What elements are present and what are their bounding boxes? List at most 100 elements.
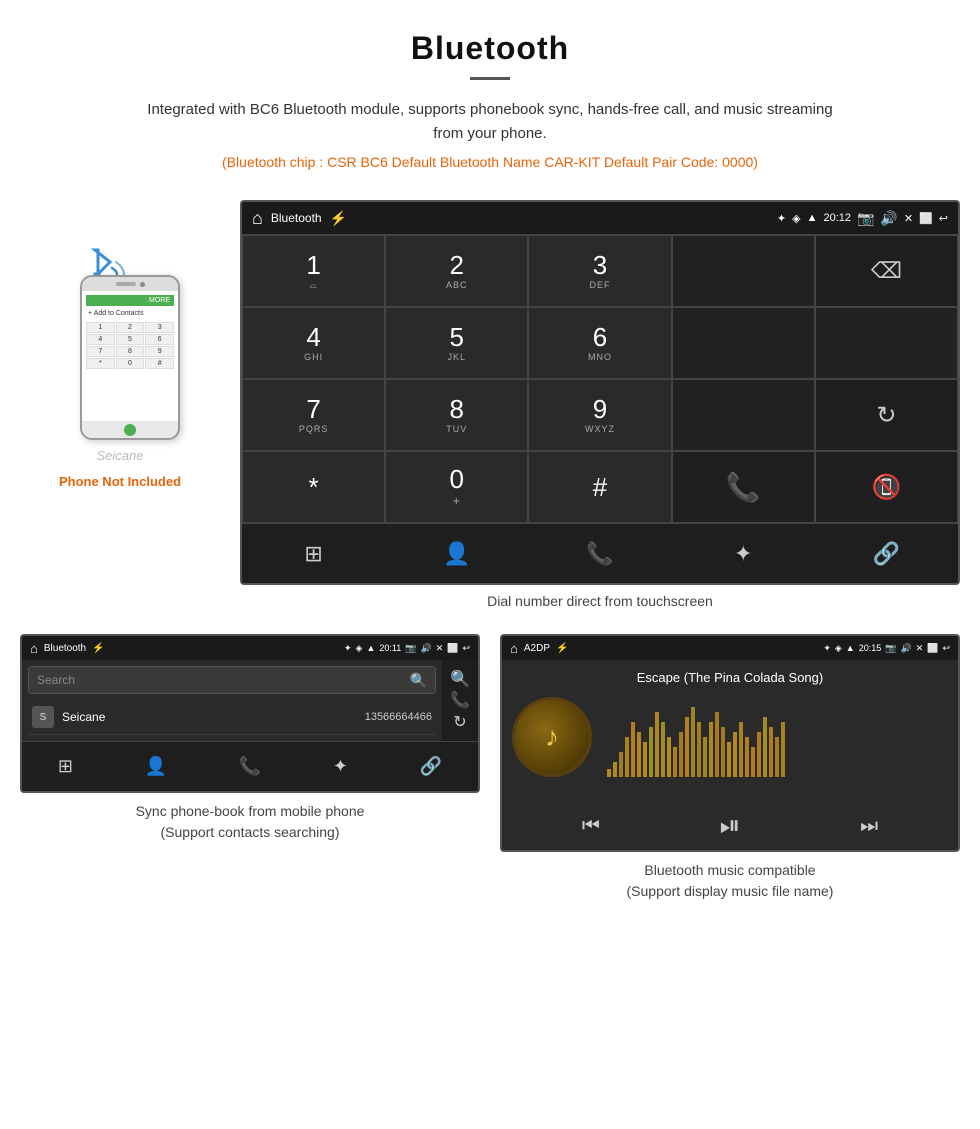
- location-icon: ◈: [792, 212, 800, 225]
- dial-cell-empty-1: [672, 235, 815, 307]
- pb-right-search-icon[interactable]: 🔍: [450, 669, 470, 689]
- page-description: Integrated with BC6 Bluetooth module, su…: [140, 98, 840, 146]
- pb-nav-grid[interactable]: ⊞: [58, 756, 73, 777]
- signal-icon: ▲: [807, 212, 818, 224]
- nav-dialpad[interactable]: ⊞: [242, 524, 385, 583]
- dialpad-section: ⌂ Bluetooth ⚡ ✦ ◈ ▲ 20:12 📷 🔊 ✕ ⬜ ↩: [240, 200, 960, 609]
- music-status-right: ✦ ◈ ▲ 20:15 📷 🔊 ✕ ⬜ ↩: [823, 643, 950, 654]
- dial-key-8[interactable]: 8 TUV: [385, 379, 528, 451]
- screen-title: Bluetooth: [271, 211, 322, 225]
- music-visualizer: [607, 697, 948, 777]
- dial-key-backspace[interactable]: ⌫: [815, 235, 958, 307]
- search-icon: 🔍: [410, 672, 427, 689]
- phone-not-included-label: Phone Not Included: [59, 474, 181, 489]
- music-content: Escape (The Pina Colada Song) ♪: [502, 660, 958, 802]
- dialpad-grid: 1 ⌓ 2 ABC 3 DEF ⌫ 4 GHI: [242, 234, 958, 523]
- music-album-area: ♪: [512, 697, 948, 777]
- dial-cell-empty-2: [672, 307, 815, 379]
- pb-status-left: ⌂ Bluetooth ⚡: [30, 641, 105, 656]
- pb-nav-person[interactable]: 👤: [145, 756, 167, 777]
- search-placeholder: Search: [37, 673, 410, 687]
- pb-nav-phone[interactable]: 📞: [239, 756, 261, 777]
- nav-bluetooth[interactable]: ✦: [672, 524, 815, 583]
- phonebook-body: Search 🔍 S Seicane 13566664466 🔍 📞: [22, 660, 478, 741]
- nav-link[interactable]: 🔗: [815, 524, 958, 583]
- music-caption: Bluetooth music compatible (Support disp…: [500, 860, 960, 902]
- music-back[interactable]: ↩: [942, 643, 950, 654]
- contact-avatar: S: [32, 706, 54, 728]
- phonebook-screen: ⌂ Bluetooth ⚡ ✦ ◈ ▲ 20:11 📷 🔊 ✕ ⬜ ↩: [20, 634, 480, 793]
- pb-cam: 📷: [405, 643, 416, 654]
- back-icon[interactable]: ↩: [939, 212, 948, 225]
- contact-row[interactable]: S Seicane 13566664466: [28, 700, 436, 735]
- music-location: ◈: [835, 643, 842, 654]
- phonebook-right-icons: 🔍 📞 ↻: [442, 660, 478, 741]
- music-title: A2DP: [524, 643, 550, 654]
- dial-key-call-red[interactable]: 📵: [815, 451, 958, 523]
- pb-bt-icon: ✦: [344, 643, 352, 654]
- dial-key-refresh[interactable]: ↻: [815, 379, 958, 451]
- dial-key-0[interactable]: 0 +: [385, 451, 528, 523]
- close-icon[interactable]: ✕: [904, 212, 913, 225]
- dial-key-7[interactable]: 7 PQRS: [242, 379, 385, 451]
- pb-home-icon[interactable]: ⌂: [30, 641, 38, 656]
- pb-location: ◈: [356, 643, 363, 654]
- page-title: Bluetooth: [20, 30, 960, 67]
- pb-usb-icon: ⚡: [92, 643, 104, 654]
- pb-nav-bt[interactable]: ✦: [333, 756, 348, 777]
- status-bar-right: ✦ ◈ ▲ 20:12 📷 🔊 ✕ ⬜ ↩: [777, 210, 948, 227]
- nav-calls[interactable]: 📞: [528, 524, 671, 583]
- dialpad-caption: Dial number direct from touchscreen: [240, 593, 960, 609]
- pb-time: 20:11: [379, 643, 401, 653]
- phonebook-main: Search 🔍 S Seicane 13566664466: [22, 660, 442, 741]
- music-home-icon[interactable]: ⌂: [510, 641, 518, 656]
- music-play-btn[interactable]: ⏯: [720, 810, 741, 842]
- volume-icon[interactable]: 🔊: [880, 210, 897, 227]
- dial-key-5[interactable]: 5 JKL: [385, 307, 528, 379]
- search-bar[interactable]: Search 🔍: [28, 666, 436, 694]
- pb-nav-link[interactable]: 🔗: [420, 756, 442, 777]
- pb-right-refresh-icon[interactable]: ↻: [453, 712, 466, 732]
- dial-key-6[interactable]: 6 MNO: [528, 307, 671, 379]
- phone-section: MORE + Add to Contacts 123 456 789 *0# S…: [20, 200, 220, 489]
- home-icon[interactable]: ⌂: [252, 208, 263, 229]
- window-icon[interactable]: ⬜: [919, 212, 933, 225]
- music-album-art: ♪: [512, 697, 592, 777]
- dial-key-9[interactable]: 9 WXYZ: [528, 379, 671, 451]
- pb-vol: 🔊: [420, 643, 431, 654]
- phonebook-bottom-nav: ⊞ 👤 📞 ✦ 🔗: [22, 741, 478, 791]
- usb-icon: ⚡: [330, 210, 347, 227]
- dial-key-1[interactable]: 1 ⌓: [242, 235, 385, 307]
- phone-mockup: MORE + Add to Contacts 123 456 789 *0#: [80, 275, 180, 440]
- phonebook-status-bar: ⌂ Bluetooth ⚡ ✦ ◈ ▲ 20:11 📷 🔊 ✕ ⬜ ↩: [22, 636, 478, 660]
- dial-key-star[interactable]: *: [242, 451, 385, 523]
- title-divider: [470, 77, 510, 80]
- pb-back[interactable]: ↩: [462, 643, 470, 654]
- dial-key-4[interactable]: 4 GHI: [242, 307, 385, 379]
- pb-close[interactable]: ✕: [436, 643, 444, 654]
- music-prev-btn[interactable]: ⏮: [582, 815, 600, 838]
- bottom-nav: ⊞ 👤 📞 ✦ 🔗: [242, 523, 958, 583]
- music-screen: ⌂ A2DP ⚡ ✦ ◈ ▲ 20:15 📷 🔊 ✕ ⬜ ↩: [500, 634, 960, 852]
- pb-signal: ▲: [366, 643, 375, 653]
- music-signal: ▲: [846, 643, 855, 653]
- contact-number: 13566664466: [365, 711, 432, 723]
- nav-contacts[interactable]: 👤: [385, 524, 528, 583]
- contact-name: Seicane: [62, 710, 365, 724]
- dial-key-2[interactable]: 2 ABC: [385, 235, 528, 307]
- dial-key-hash[interactable]: #: [528, 451, 671, 523]
- dial-key-call-green[interactable]: 📞: [672, 451, 815, 523]
- music-next-btn[interactable]: ⏭: [860, 815, 878, 838]
- camera-icon[interactable]: 📷: [857, 210, 874, 227]
- dialpad-screen: ⌂ Bluetooth ⚡ ✦ ◈ ▲ 20:12 📷 🔊 ✕ ⬜ ↩: [240, 200, 960, 585]
- pb-title: Bluetooth: [44, 643, 86, 654]
- pb-win[interactable]: ⬜: [447, 643, 458, 654]
- music-win[interactable]: ⬜: [927, 643, 938, 654]
- music-time: 20:15: [859, 643, 882, 653]
- pb-right-call-icon[interactable]: 📞: [450, 690, 470, 710]
- music-close[interactable]: ✕: [916, 643, 924, 654]
- page-header: Bluetooth Integrated with BC6 Bluetooth …: [0, 0, 980, 200]
- bluetooth-specs: (Bluetooth chip : CSR BC6 Default Blueto…: [20, 154, 960, 170]
- dial-key-3[interactable]: 3 DEF: [528, 235, 671, 307]
- music-vol: 🔊: [900, 643, 911, 654]
